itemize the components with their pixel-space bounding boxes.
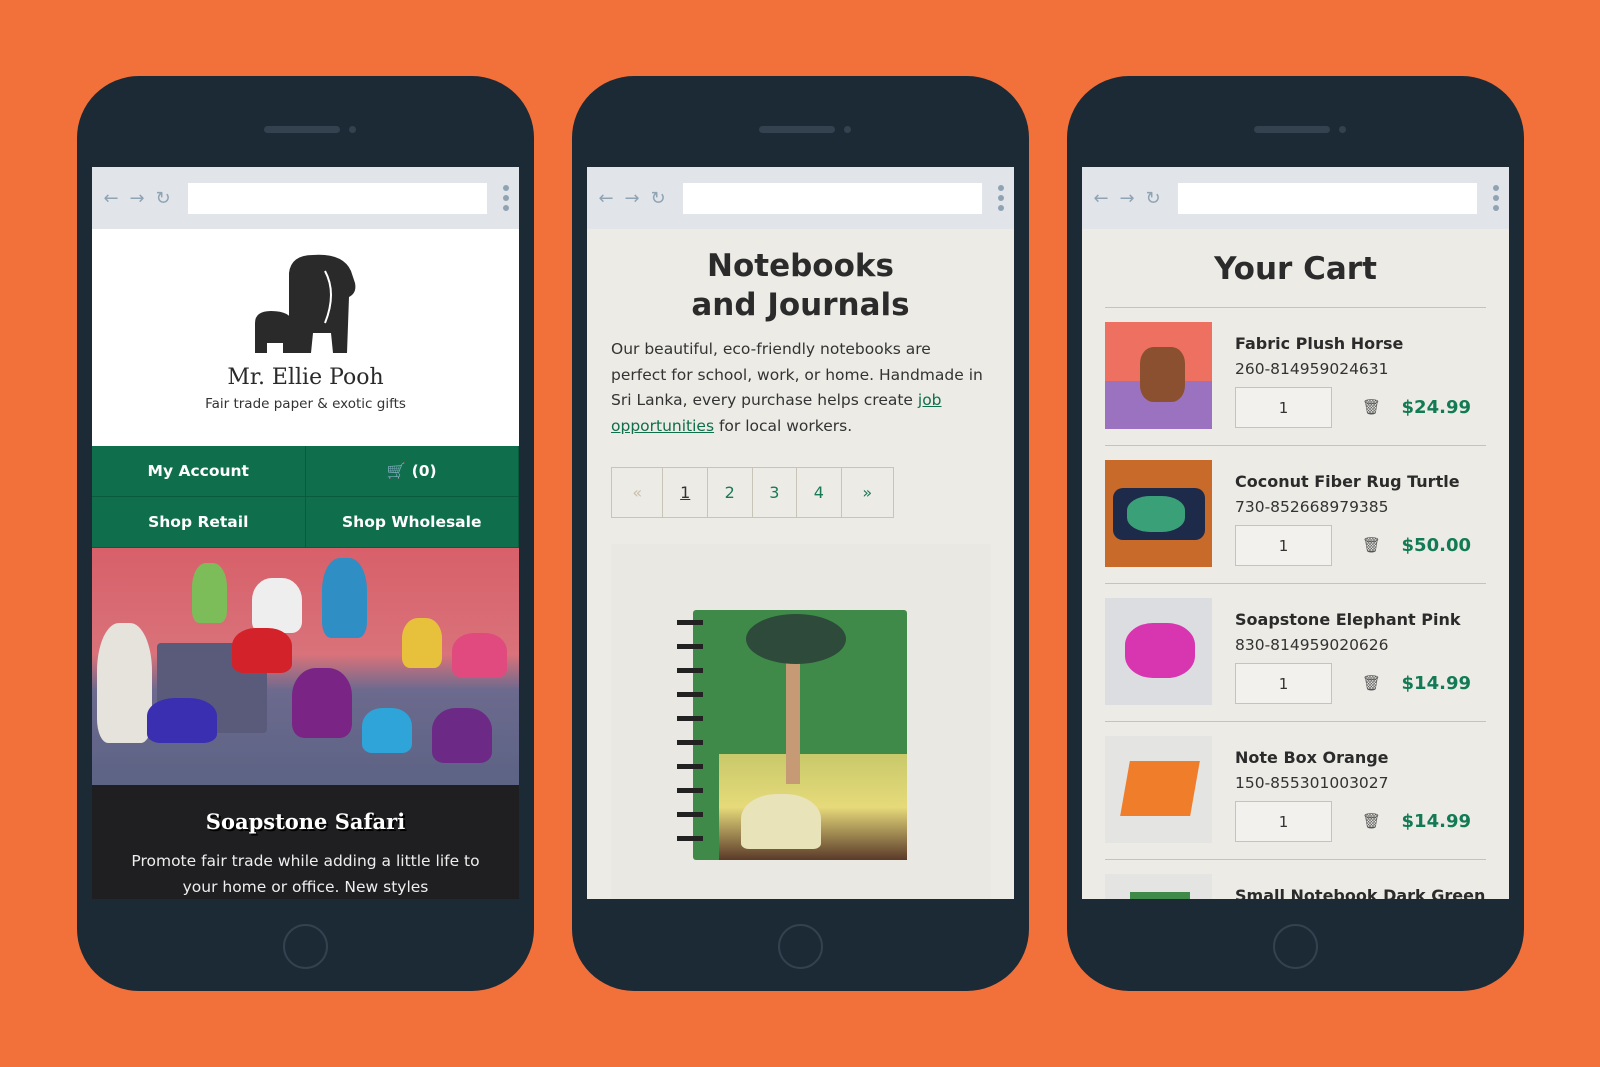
arrow-right-icon[interactable]: →: [1118, 188, 1136, 209]
phone-home: ← → ↻ Mr. Ellie Pooh Fair trade paper & …: [77, 76, 534, 991]
description-text-end: for local workers.: [714, 416, 853, 435]
browser-bar: ← → ↻: [92, 167, 519, 229]
pagination: « 1 2 3 4 »: [611, 467, 894, 518]
elephant-logo-icon: [254, 254, 355, 353]
phone-cart: ← → ↻ Your Cart Fabric Plush Horse 260-8…: [1067, 76, 1524, 991]
product-image-notebook[interactable]: [611, 544, 991, 899]
screen: ← → ↻ Mr. Ellie Pooh Fair trade paper & …: [92, 167, 519, 899]
cart-item: Note Box Orange 150-855301003027 1 🗑 $14…: [1105, 722, 1486, 860]
my-account-button[interactable]: My Account: [92, 446, 306, 497]
pagination-page-4[interactable]: 4: [797, 468, 842, 517]
product-thumbnail[interactable]: [1105, 598, 1212, 705]
tagline: Fair trade paper & exotic gifts: [205, 396, 406, 412]
kebab-menu-icon[interactable]: [503, 185, 509, 211]
pagination-next[interactable]: »: [842, 468, 893, 517]
url-bar[interactable]: [1178, 182, 1477, 214]
speaker: [1254, 126, 1330, 133]
item-sku: 730-852668979385: [1235, 498, 1389, 516]
item-price: $14.99: [1401, 811, 1471, 832]
pagination-page-3[interactable]: 3: [753, 468, 798, 517]
feature-text: Promote fair trade while adding a little…: [131, 852, 480, 896]
cart-icon: 🛒: [386, 462, 412, 480]
product-thumbnail[interactable]: [1105, 874, 1212, 899]
reload-icon[interactable]: ↻: [649, 188, 667, 209]
screen: ← → ↻ Notebooks and Journals Our beautif…: [587, 167, 1014, 899]
browser-bar: ← → ↻: [587, 167, 1014, 229]
home-button[interactable]: [283, 924, 328, 969]
shop-wholesale-button[interactable]: Shop Wholesale: [305, 497, 519, 548]
camera: [1339, 126, 1346, 133]
trash-icon[interactable]: 🗑: [1362, 674, 1381, 692]
page-title: Your Cart: [1214, 251, 1377, 287]
quantity-input[interactable]: 1: [1235, 387, 1332, 428]
item-price: $50.00: [1401, 535, 1471, 556]
arrow-left-icon[interactable]: ←: [597, 188, 615, 209]
page-title: Notebooks and Journals: [691, 248, 910, 323]
phone-category: ← → ↻ Notebooks and Journals Our beautif…: [572, 76, 1029, 991]
quantity-input[interactable]: 1: [1235, 801, 1332, 842]
arrow-right-icon[interactable]: →: [623, 188, 641, 209]
feature-section: Soapstone Safari Promote fair trade whil…: [92, 785, 519, 899]
pagination-prev[interactable]: «: [612, 468, 664, 517]
item-name[interactable]: Small Notebook Dark Green: [1235, 886, 1485, 899]
cart-count: (0): [411, 462, 437, 480]
product-thumbnail[interactable]: [1105, 460, 1212, 567]
camera: [349, 126, 356, 133]
site-header[interactable]: Mr. Ellie Pooh Fair trade paper & exotic…: [92, 229, 519, 446]
cart-item: Coconut Fiber Rug Turtle 730-85266897938…: [1105, 446, 1486, 584]
feature-title: Soapstone Safari: [205, 809, 406, 834]
product-thumbnail[interactable]: [1105, 736, 1212, 843]
item-name[interactable]: Soapstone Elephant Pink: [1235, 610, 1461, 629]
camera: [844, 126, 851, 133]
kebab-menu-icon[interactable]: [998, 185, 1004, 211]
item-sku: 830-814959020626: [1235, 636, 1389, 654]
pagination-page-2[interactable]: 2: [708, 468, 753, 517]
quantity-input[interactable]: 1: [1235, 663, 1332, 704]
speaker: [759, 126, 835, 133]
main-nav: My Account 🛒 (0) Shop Retail Shop Wholes…: [92, 446, 519, 548]
url-bar[interactable]: [188, 182, 487, 214]
kebab-menu-icon[interactable]: [1493, 185, 1499, 211]
item-sku: 150-855301003027: [1235, 774, 1389, 792]
item-price: $24.99: [1401, 397, 1471, 418]
arrow-left-icon[interactable]: ←: [102, 188, 120, 209]
url-bar[interactable]: [683, 182, 982, 214]
quantity-input[interactable]: 1: [1235, 525, 1332, 566]
speaker: [264, 126, 340, 133]
product-thumbnail[interactable]: [1105, 322, 1212, 429]
item-name[interactable]: Coconut Fiber Rug Turtle: [1235, 472, 1460, 491]
trash-icon[interactable]: 🗑: [1362, 398, 1381, 416]
cart-item: Small Notebook Dark Green: [1105, 860, 1486, 899]
reload-icon[interactable]: ↻: [1144, 188, 1162, 209]
cart-button[interactable]: 🛒 (0): [305, 446, 519, 497]
trash-icon[interactable]: 🗑: [1362, 812, 1381, 830]
trash-icon[interactable]: 🗑: [1362, 536, 1381, 554]
item-price: $14.99: [1401, 673, 1471, 694]
arrow-left-icon[interactable]: ←: [1092, 188, 1110, 209]
screen: ← → ↻ Your Cart Fabric Plush Horse 260-8…: [1082, 167, 1509, 899]
home-button[interactable]: [1273, 924, 1318, 969]
reload-icon[interactable]: ↻: [154, 188, 172, 209]
pagination-page-1[interactable]: 1: [663, 468, 708, 517]
cart-item: Soapstone Elephant Pink 830-814959020626…: [1105, 584, 1486, 722]
home-button[interactable]: [778, 924, 823, 969]
cart-item: Fabric Plush Horse 260-814959024631 1 🗑 …: [1105, 308, 1486, 446]
arrow-right-icon[interactable]: →: [128, 188, 146, 209]
hero-image[interactable]: [92, 548, 519, 785]
item-sku: 260-814959024631: [1235, 360, 1389, 378]
category-description: Our beautiful, eco-friendly notebooks ar…: [587, 325, 1014, 439]
browser-bar: ← → ↻: [1082, 167, 1509, 229]
brand-name: Mr. Ellie Pooh: [227, 365, 384, 390]
item-name[interactable]: Fabric Plush Horse: [1235, 334, 1403, 353]
item-name[interactable]: Note Box Orange: [1235, 748, 1389, 767]
shop-retail-button[interactable]: Shop Retail: [92, 497, 306, 548]
